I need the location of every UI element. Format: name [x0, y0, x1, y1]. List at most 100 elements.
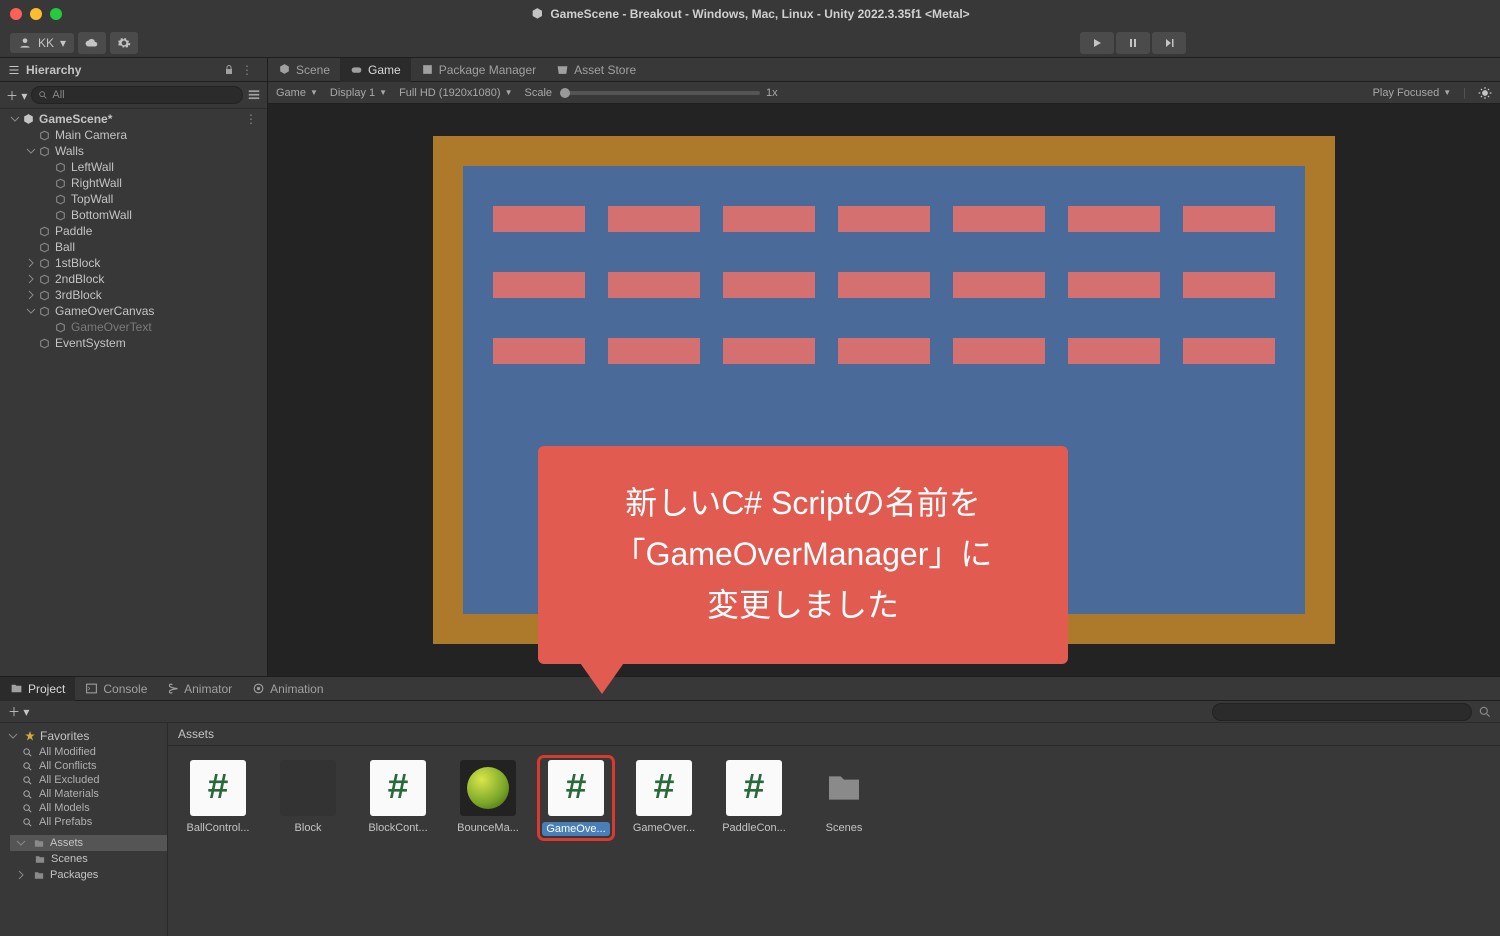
favorites-item[interactable]: All Modified	[0, 745, 167, 759]
close-window[interactable]	[10, 8, 22, 20]
favorites-header[interactable]: Favorites	[0, 727, 167, 745]
tab-scene[interactable]: Scene	[268, 58, 340, 82]
asset-item[interactable]: #BallControl...	[182, 760, 254, 834]
hierarchy-item[interactable]: BottomWall	[0, 207, 267, 223]
hierarchy-item[interactable]: TopWall	[0, 191, 267, 207]
tab-console-label: Console	[103, 682, 147, 696]
create-button[interactable]: ＋ ▾	[6, 87, 27, 104]
display-dropdown[interactable]: Display 1▼	[330, 87, 387, 99]
tab-pm-label: Package Manager	[439, 63, 536, 77]
asset-item[interactable]: BounceMa...	[452, 760, 524, 834]
tab-game[interactable]: Game	[340, 58, 411, 82]
sidebar-scenes[interactable]: Scenes	[0, 851, 167, 867]
hierarchy-item[interactable]: 1stBlock	[0, 255, 267, 271]
scene-root[interactable]: GameScene* ⋮	[0, 111, 267, 127]
search-icon	[38, 90, 48, 100]
chevron-down-icon[interactable]	[10, 114, 20, 124]
hierarchy-search-input[interactable]: All	[31, 86, 243, 104]
brick	[953, 272, 1045, 298]
brick	[1183, 272, 1275, 298]
asset-item[interactable]: Block	[272, 760, 344, 834]
hierarchy-item[interactable]: Main Camera	[0, 127, 267, 143]
hierarchy-item[interactable]: GameOverCanvas	[0, 303, 267, 319]
hierarchy-tree[interactable]: GameScene* ⋮ Main CameraWallsLeftWallRig…	[0, 109, 267, 676]
hierarchy-item[interactable]: Walls	[0, 143, 267, 159]
hierarchy-item[interactable]: Paddle	[0, 223, 267, 239]
project-body: Favorites All ModifiedAll ConflictsAll E…	[0, 723, 1500, 936]
maximize-window[interactable]	[50, 8, 62, 20]
chevron-right-icon	[16, 870, 26, 880]
window-title: GameScene - Breakout - Windows, Mac, Lin…	[530, 7, 969, 21]
lock-icon[interactable]	[223, 64, 235, 76]
play-controls	[1080, 32, 1186, 54]
hierarchy-item[interactable]: LeftWall	[0, 159, 267, 175]
game-mode-dropdown[interactable]: Game▼	[276, 87, 318, 99]
step-button[interactable]	[1152, 32, 1186, 54]
bug-icon[interactable]	[1478, 86, 1492, 100]
assets-label: Assets	[50, 837, 83, 849]
play-button[interactable]	[1080, 32, 1114, 54]
project-sidebar[interactable]: Favorites All ModifiedAll ConflictsAll E…	[0, 723, 168, 936]
cloud-button[interactable]	[78, 32, 106, 54]
tab-animator[interactable]: ⊱Animator	[157, 677, 242, 701]
hierarchy-item[interactable]: RightWall	[0, 175, 267, 191]
sidebar-packages[interactable]: Packages	[0, 867, 167, 883]
breadcrumb[interactable]: Assets	[168, 723, 1500, 746]
tab-game-label: Game	[368, 63, 401, 77]
favorites-item[interactable]: All Models	[0, 801, 167, 815]
favorites-item[interactable]: All Excluded	[0, 773, 167, 787]
main-area: Hierarchy ⋮ ＋ ▾ All GameScene* ⋮ Main Ca…	[0, 58, 1500, 676]
minimize-window[interactable]	[30, 8, 42, 20]
hierarchy-item[interactable]: 3rdBlock	[0, 287, 267, 303]
favorites-item[interactable]: All Materials	[0, 787, 167, 801]
hierarchy-item[interactable]: 2ndBlock	[0, 271, 267, 287]
user-initials: KK	[38, 36, 54, 50]
search-icon[interactable]	[1478, 705, 1492, 719]
project-search-input[interactable]	[1212, 703, 1472, 721]
tab-asset-store[interactable]: Asset Store	[546, 58, 646, 82]
hierarchy-title: Hierarchy	[26, 63, 81, 77]
hierarchy-panel: Hierarchy ⋮ ＋ ▾ All GameScene* ⋮ Main Ca…	[0, 58, 268, 676]
play-focused-dropdown[interactable]: Play Focused▼	[1373, 87, 1452, 99]
store-icon	[556, 63, 569, 76]
asset-item[interactable]: #GameOver...	[628, 760, 700, 834]
project-create-button[interactable]: ＋ ▾	[8, 703, 29, 720]
asset-item[interactable]: #PaddleCon...	[718, 760, 790, 834]
tab-animation[interactable]: Animation	[242, 677, 333, 701]
tab-store-label: Asset Store	[574, 63, 636, 77]
resolution-dropdown[interactable]: Full HD (1920x1080)▼	[399, 87, 512, 99]
scale-slider[interactable]	[560, 91, 760, 95]
favorites-label: Favorites	[40, 729, 89, 743]
asset-item[interactable]: #GameOve...	[540, 758, 612, 838]
settings-button[interactable]	[110, 32, 138, 54]
hierarchy-menu-icon[interactable]: ⋮	[241, 63, 259, 77]
asset-item[interactable]: #BlockCont...	[362, 760, 434, 834]
brick	[723, 338, 815, 364]
asset-item[interactable]: Scenes	[808, 760, 880, 834]
tab-project[interactable]: Project	[0, 677, 75, 701]
tab-console[interactable]: Console	[75, 677, 157, 701]
scene-menu-icon[interactable]: ⋮	[245, 112, 263, 126]
tab-package-manager[interactable]: Package Manager	[411, 58, 546, 82]
user-icon	[18, 36, 32, 50]
hierarchy-header[interactable]: Hierarchy ⋮	[0, 58, 267, 82]
callout-line2: 「GameOverManager」に	[580, 529, 1026, 580]
hierarchy-item[interactable]: Ball	[0, 239, 267, 255]
brick	[1183, 338, 1275, 364]
asset-grid[interactable]: #BallControl...Block#BlockCont...BounceM…	[168, 746, 1500, 936]
chevron-down-icon	[16, 838, 26, 848]
favorites-item[interactable]: All Prefabs	[0, 815, 167, 829]
console-icon	[85, 682, 98, 695]
pause-button[interactable]	[1116, 32, 1150, 54]
favorites-item[interactable]: All Conflicts	[0, 759, 167, 773]
project-toolbar: ＋ ▾	[0, 701, 1500, 723]
brick-row-1	[493, 206, 1275, 232]
animation-icon	[252, 682, 265, 695]
game-mode-label: Game	[276, 87, 306, 99]
hierarchy-item[interactable]: GameOverText	[0, 319, 267, 335]
account-button[interactable]: KK ▾	[10, 33, 74, 53]
sidebar-assets[interactable]: Assets	[10, 835, 167, 851]
search-options-icon[interactable]	[247, 88, 261, 102]
window-controls[interactable]	[10, 8, 62, 20]
hierarchy-item[interactable]: EventSystem	[0, 335, 267, 351]
